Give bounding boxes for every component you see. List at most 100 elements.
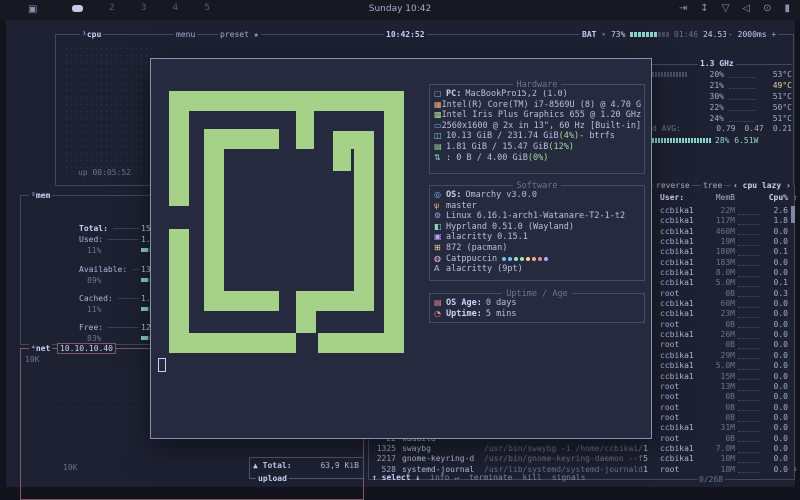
mem-stat-label: Used: [79,235,103,244]
proc-row[interactable]: ccbika15.0M0.1 [660,278,788,288]
kernel-icon: ⚙ [434,211,446,222]
info-row: ▤1.81 GiB / 15.47 GiB (12%) [434,142,641,153]
proc-row[interactable]: ccbika131M0.0 [660,423,788,433]
proc-row[interactable]: ccbika1117M1.8 [660,216,788,226]
volume-icon[interactable]: ◁ [742,3,750,14]
mem-stat-label: Cached: [79,294,113,303]
cpu-box-title[interactable]: ¹cpu [80,30,103,39]
scroll-up-arrow[interactable]: ↑ [793,193,798,202]
battery-icon[interactable]: ▮ [784,3,790,14]
scroll-down-arrow[interactable]: ↓ [793,464,798,473]
process-list: ccbika122M2.6ccbika1117M1.8ccbika1460M0.… [660,206,788,475]
proc-row[interactable]: ccbika119M0.0 [660,237,788,247]
power-row: 28% 6.51W [652,136,792,145]
footer-kill-button[interactable]: kill [522,473,541,482]
proc-row[interactable]: ccbika18.0M0.0 [660,268,788,278]
info-row: ◧Hyprland 0.51.0 (Wayland) [434,222,641,233]
proc-row[interactable]: ccbika1183M0.0 [660,258,788,268]
sort-reverse-button[interactable]: reverse [654,181,692,190]
proc-row[interactable]: root0B0.3 [660,289,788,299]
proc-command-row[interactable]: 1325swaybg/usr/bin/swaybg -i /home/ccbik… [366,444,648,454]
proc-row[interactable]: root0B0.0 [660,392,788,402]
proc-row[interactable]: root0B0.0 [660,340,788,350]
info-row: ◔Uptime:5 mins [434,309,641,320]
footer-select-button[interactable]: ↑ select ↓ [372,473,420,482]
info-row: ▣alacritty 0.15.1 [434,232,641,243]
font-icon: A [434,264,446,275]
display-icon: ▭ [434,121,442,132]
uptime-label: up 00:05:52 [78,168,131,177]
power-meter [652,138,711,143]
terminal-icon: ▣ [434,232,446,243]
waybar: ▣ 2345 Sunday 10:42 ⇥↕▽◁⊙▮ [0,0,800,20]
proc-row[interactable]: ccbika123M0.0 [660,309,788,319]
info-row: ⚙Linux 6.16.1-arch1-Watanare-T2-1-t2 [434,211,641,222]
section-title: Software [513,181,562,191]
network-icon[interactable]: ▽ [722,3,730,14]
footer-signals-button[interactable]: signals [552,473,586,482]
proc-row[interactable]: root0B0.0 [660,320,788,330]
cpu-freq: 1.3 GHz [698,59,736,68]
info-row: ▭2560x1600 @ 2x in 13", 60 Hz [Built-in] [434,121,641,132]
sort-mode-selector[interactable]: ‹ cpu lazy › [731,181,793,190]
proc-row[interactable]: root0B0.0 [660,434,788,444]
section-software: Software◎OS:Omarchy v3.0.0ψmaster⚙Linux … [429,185,645,281]
gpu-icon: ▩ [434,110,442,121]
proc-row[interactable]: ccbika110M0.0 [660,454,788,464]
section-title: Uptime / Age [502,289,571,299]
cpu-graph [64,45,156,175]
section-uptimeage: Uptime / Age▤OS Age:0 days◔Uptime:5 mins [429,293,645,323]
footer-terminate-button[interactable]: terminate [469,473,512,482]
core-row: 24%51°C [652,113,792,124]
section-title: Hardware [513,80,562,90]
core-list: 20%53°C21%49°C30%51°C22%50°C24%51°C [652,69,792,124]
net-ip[interactable]: 10.10.10.40 [57,343,116,354]
info-row: ◫10.13 GiB / 231.74 GiB (4%) - btrfs [434,131,641,142]
logout-icon[interactable]: ⇥ [679,3,687,14]
mem-box-title[interactable]: ²mem [29,191,52,200]
sort-tree-button[interactable]: tree [701,181,724,190]
mem-stat-pct: 83% [87,334,101,343]
proc-header: User: MemB Cpu% [660,193,788,202]
proc-row[interactable]: ccbika15.0M0.0 [660,361,788,371]
mem-stat-label: Total: [79,224,108,233]
proc-row[interactable]: root13M0.0 [660,382,788,392]
proc-row[interactable]: ccbika160M0.0 [660,299,788,309]
core-row: 30%51°C [652,91,792,102]
proc-row[interactable]: ccbika122M2.6 [660,206,788,216]
packages-icon: ⊞ [434,243,446,254]
proc-row[interactable]: ccbika126M0.0 [660,330,788,340]
proc-row[interactable]: ccbika17.0M0.0 [660,444,788,454]
proc-scrollbar[interactable] [791,206,795,223]
branch-icon: ψ [434,201,446,212]
memory-icon: ▤ [434,142,446,153]
interval-minus-button[interactable]: - [728,30,733,39]
proc-row[interactable]: ccbika129M0.0 [660,351,788,361]
record-icon[interactable]: ⊙ [763,3,771,14]
uptime-icon: ◔ [434,309,446,320]
net-scale-top: 10K [25,355,39,364]
interval-plus-button[interactable]: + [771,30,776,39]
core-row: 21%49°C [652,80,792,91]
proc-row[interactable]: ccbika1460M0.0 [660,227,788,237]
proc-row[interactable]: root0B0.0 [660,403,788,413]
menu-button[interactable]: menu [174,30,197,39]
system-tray: ⇥ ↕ ▽ ◁ ⊙ ▮ [679,3,790,14]
footer-info-button[interactable]: info ↵ [430,473,459,482]
proc-row[interactable]: ccbika115M0.0 [660,372,788,382]
theme-icon: ◍ [434,254,446,265]
proc-row[interactable]: root0B0.0 [660,413,788,423]
proc-command-row[interactable]: 2217gnome-keyring-d/usr/bin/gnome-keyrin… [366,454,648,464]
os-icon: ◎ [434,190,446,201]
info-row: ψmaster [434,201,641,212]
proc-row[interactable]: root18M0.0 [660,465,788,475]
proc-row[interactable]: ccbika1180M0.1 [660,247,788,257]
info-row: ⇅: 0 B / 4.00 GiB (0%) [434,153,641,164]
mem-stat-pct: 89% [87,276,101,285]
preset-button[interactable]: preset ★ [218,30,261,39]
net-box-title[interactable]: ⁴net [29,344,52,353]
bluetooth-icon[interactable]: ↕ [700,3,708,14]
info-row: ▩Intel Iris Plus Graphics 655 @ 1.20 GHz… [434,110,641,121]
info-row: ▢PC:MacBookPro15,2 (1.0) [434,89,641,100]
upload-tag[interactable]: upload [256,474,289,483]
